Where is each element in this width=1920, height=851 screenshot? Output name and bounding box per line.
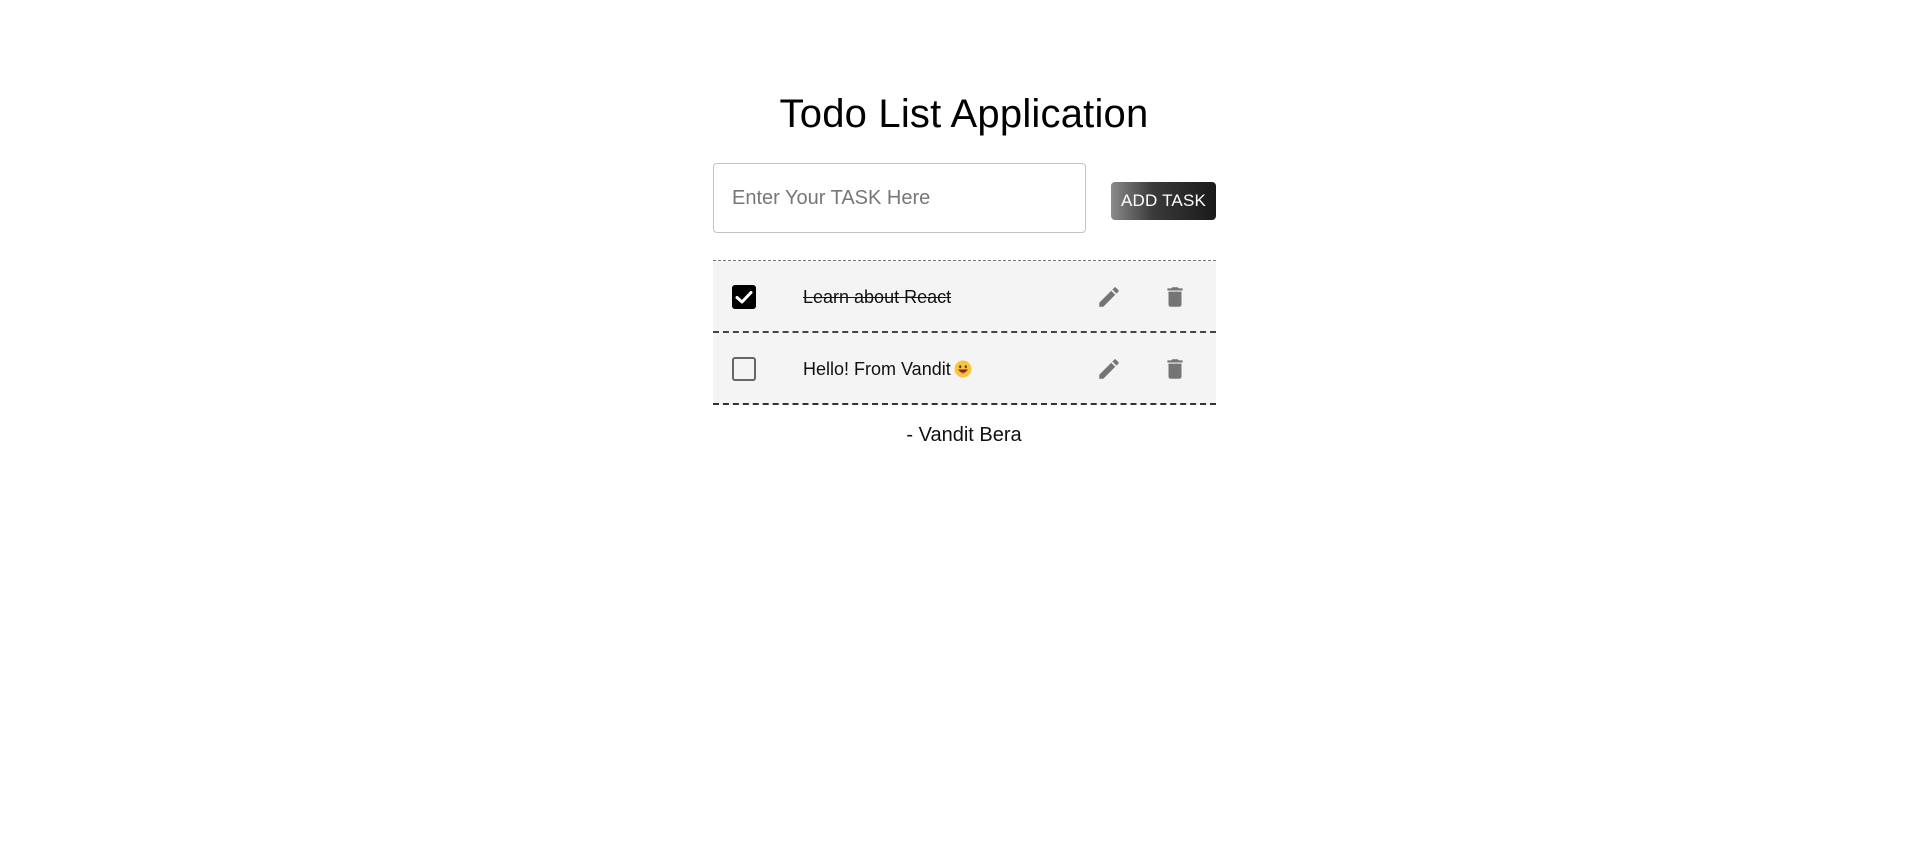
todo-text-label: Hello! From Vandit [803, 359, 951, 379]
page-title: Todo List Application [779, 92, 1149, 136]
delete-button[interactable] [1160, 354, 1190, 384]
todo-app: Todo List Application ADD TASK Learn abo… [0, 0, 1920, 851]
trash-icon [1167, 359, 1183, 379]
delete-button[interactable] [1160, 282, 1190, 312]
trash-icon [1167, 287, 1183, 307]
task-input[interactable] [713, 163, 1086, 233]
edit-button[interactable] [1094, 282, 1124, 312]
todo-list: Learn about React Hello! From Vandit [713, 260, 1216, 405]
add-task-button[interactable]: ADD TASK [1111, 182, 1216, 220]
todo-text: Hello! From Vandit [803, 357, 972, 381]
pencil-icon [1099, 287, 1119, 307]
checkbox-unchecked-icon[interactable] [732, 357, 756, 381]
grinning-face-emoji-icon [954, 360, 972, 378]
author-signature: - Vandit Bera [906, 424, 1022, 446]
edit-button[interactable] [1094, 354, 1124, 384]
todo-item: Learn about React [713, 261, 1216, 333]
todo-text: Learn about React [803, 287, 952, 307]
pencil-icon [1099, 359, 1119, 379]
todo-item: Hello! From Vandit [713, 333, 1216, 405]
checkbox-checked-icon[interactable] [732, 285, 756, 309]
